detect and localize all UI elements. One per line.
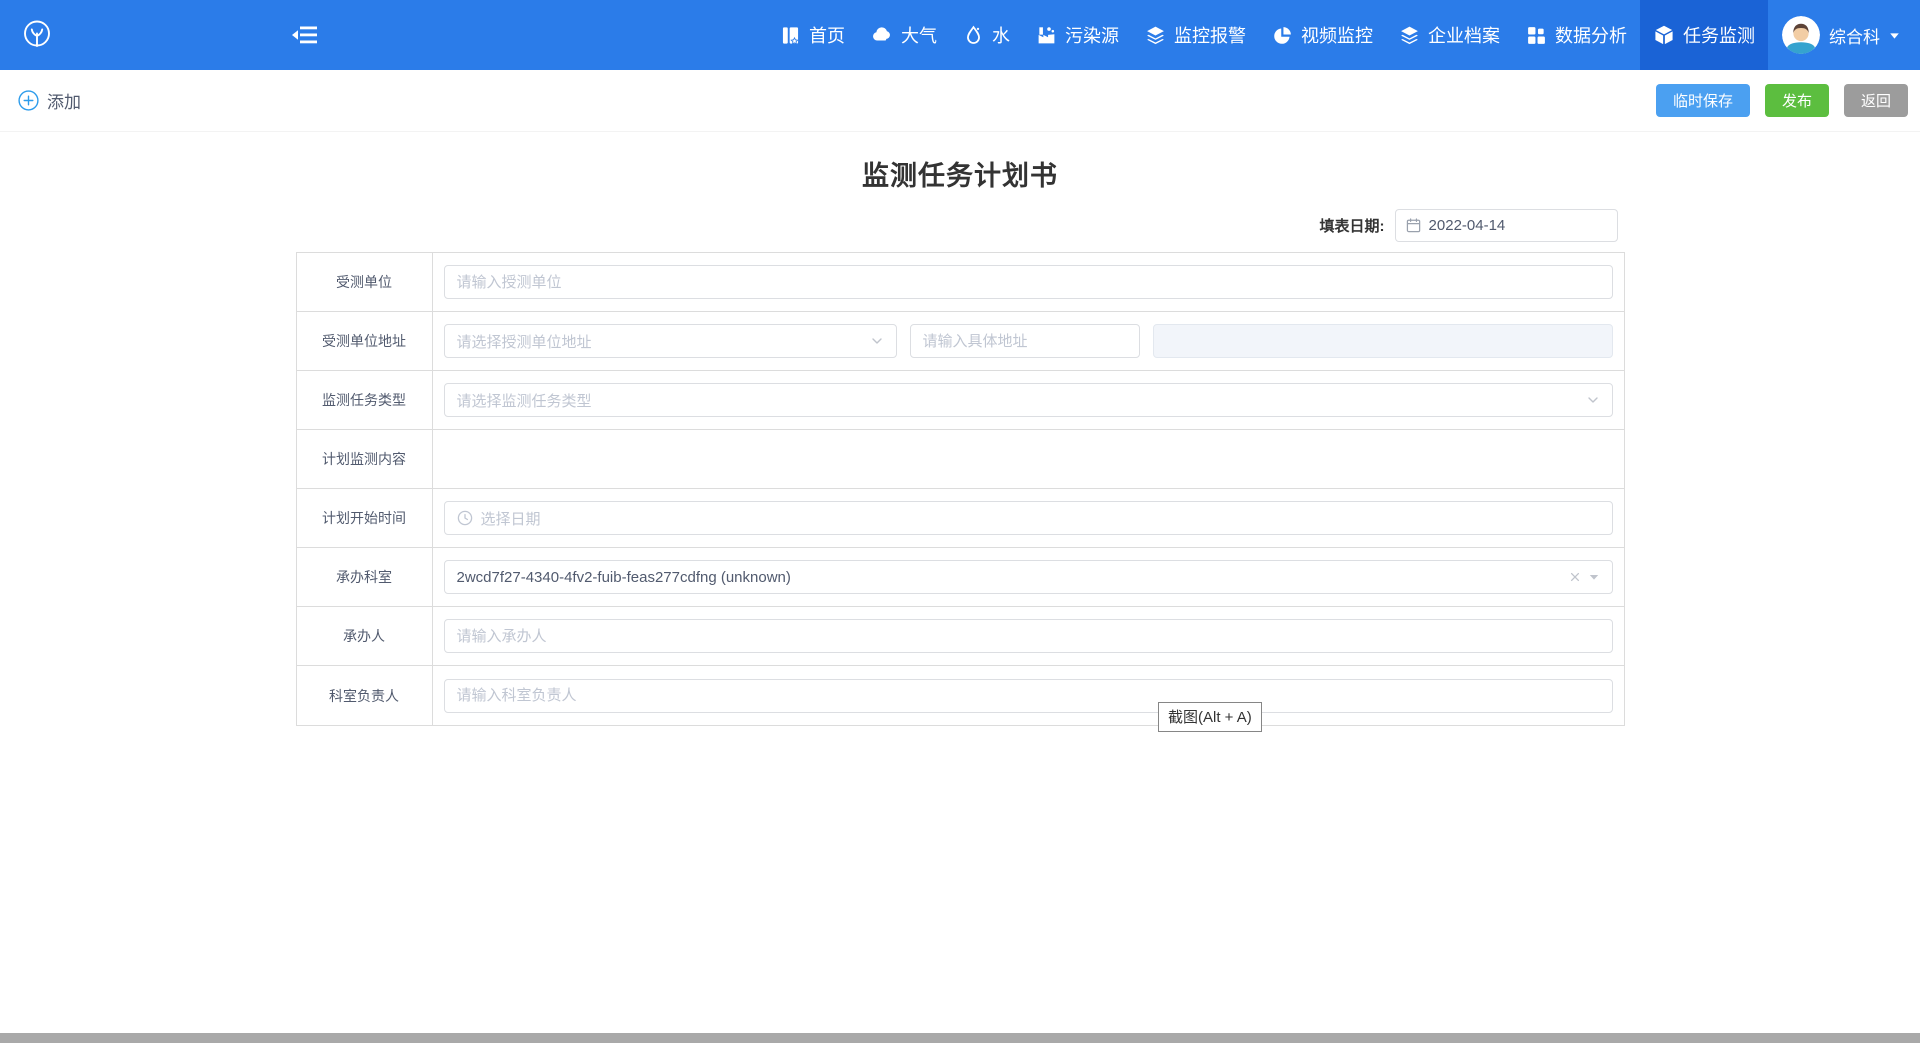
cube-icon xyxy=(1653,24,1675,46)
task-type-select[interactable]: 请选择监测任务类型 xyxy=(444,383,1613,417)
fill-date-value[interactable] xyxy=(1429,217,1607,234)
select-placeholder: 请选择监测任务类型 xyxy=(457,390,592,411)
nav-item-video-monitor[interactable]: 视频监控 xyxy=(1259,0,1386,70)
unit-address-select[interactable]: 请选择授测单位地址 xyxy=(444,324,897,358)
form-row-plan-content: 计划监测内容 xyxy=(297,430,1624,489)
water-drop-icon xyxy=(963,25,984,46)
avatar xyxy=(1782,16,1820,54)
back-button[interactable]: 返回 xyxy=(1844,84,1908,117)
field-label: 监测任务类型 xyxy=(297,371,433,429)
nav-item-enterprise-archive[interactable]: 企业档案 xyxy=(1386,0,1513,70)
select-placeholder: 请选择授测单位地址 xyxy=(457,331,592,352)
nav-item-label: 任务监测 xyxy=(1683,22,1755,48)
temp-save-button[interactable]: 临时保存 xyxy=(1656,84,1750,117)
form-container: 填表日期: 受测单位 受测单位地址 请选择授测单位地址 监 xyxy=(296,209,1625,726)
publish-button[interactable]: 发布 xyxy=(1765,84,1829,117)
form-row-handler: 承办人 xyxy=(297,607,1624,666)
nav-item-monitor-alarm[interactable]: 监控报警 xyxy=(1132,0,1259,70)
nav-item-label: 大气 xyxy=(901,22,937,48)
user-menu[interactable]: 综合科 xyxy=(1768,0,1920,70)
form-row-task-type: 监测任务类型 请选择监测任务类型 xyxy=(297,371,1624,430)
field-label: 受测单位 xyxy=(297,253,433,311)
add-button-label: 添加 xyxy=(47,88,81,113)
caret-down-icon xyxy=(1889,30,1900,41)
clear-icon[interactable] xyxy=(1568,570,1582,584)
manager-input[interactable] xyxy=(444,679,1613,713)
unit-input[interactable] xyxy=(444,265,1613,299)
plus-circle-icon xyxy=(18,90,39,111)
address-disabled-input xyxy=(1153,324,1613,358)
form-row-department: 承办科室 2wcd7f27-4340-4fv2-fuib-feas277cdfn… xyxy=(297,548,1624,607)
field-label: 承办科室 xyxy=(297,548,433,606)
form-row-start-time: 计划开始时间 选择日期 xyxy=(297,489,1624,548)
plan-content-area xyxy=(433,430,1624,488)
menu-fold-icon[interactable] xyxy=(292,24,319,46)
department-select[interactable]: 2wcd7f27-4340-4fv2-fuib-feas277cdfng (un… xyxy=(444,560,1613,594)
handler-input[interactable] xyxy=(444,619,1613,653)
calendar-icon xyxy=(1406,217,1421,234)
user-name: 综合科 xyxy=(1829,23,1880,48)
nav-item-label: 数据分析 xyxy=(1555,22,1627,48)
nav-item-label: 水 xyxy=(992,22,1010,48)
app-logo-icon xyxy=(20,18,54,52)
clock-icon xyxy=(457,510,473,526)
toolbar-actions: 临时保存 发布 返回 xyxy=(1656,84,1908,117)
nav-item-water[interactable]: 水 xyxy=(950,0,1023,70)
add-button[interactable]: 添加 xyxy=(18,88,81,113)
fill-date-input[interactable] xyxy=(1395,209,1618,242)
date-picker-placeholder: 选择日期 xyxy=(481,508,541,529)
nav-item-atmosphere[interactable]: 大气 xyxy=(858,0,950,70)
nav-item-home[interactable]: 首页 xyxy=(767,0,858,70)
fill-date-row: 填表日期: xyxy=(296,209,1618,242)
nav-item-label: 视频监控 xyxy=(1301,22,1373,48)
field-label: 承办人 xyxy=(297,607,433,665)
cloud-icon xyxy=(871,24,893,46)
nav-item-pollution-source[interactable]: 污染源 xyxy=(1023,0,1132,70)
page-title: 监测任务计划书 xyxy=(0,154,1920,193)
grid-icon xyxy=(1526,25,1547,46)
field-label: 计划开始时间 xyxy=(297,489,433,547)
factory-icon xyxy=(1036,25,1057,46)
chevron-down-icon xyxy=(870,334,884,348)
department-value: 2wcd7f27-4340-4fv2-fuib-feas277cdfng (un… xyxy=(457,569,791,586)
detail-address-input[interactable] xyxy=(910,324,1140,358)
caret-down-icon xyxy=(1588,571,1600,583)
home-icon xyxy=(780,25,801,46)
chevron-down-icon xyxy=(1586,393,1600,407)
field-label: 计划监测内容 xyxy=(297,430,433,488)
nav-item-label: 首页 xyxy=(809,22,845,48)
nav-item-label: 监控报警 xyxy=(1174,22,1246,48)
field-label: 受测单位地址 xyxy=(297,312,433,370)
task-plan-form-table: 受测单位 受测单位地址 请选择授测单位地址 监测任务类型 请选择监测任务类型 xyxy=(296,252,1625,726)
layers-icon xyxy=(1145,25,1166,46)
layers-icon xyxy=(1399,25,1420,46)
form-row-manager: 科室负责人 xyxy=(297,666,1624,725)
nav-item-label: 企业档案 xyxy=(1428,22,1500,48)
main-nav-menu: 首页 大气 水 污染源 监控报警 视频监控 企业档案 数据分析 xyxy=(767,0,1920,70)
form-row-unit: 受测单位 xyxy=(297,253,1624,312)
pie-chart-icon xyxy=(1272,25,1293,46)
screenshot-shortcut-tooltip: 截图(Alt + A) xyxy=(1158,702,1262,732)
start-time-picker[interactable]: 选择日期 xyxy=(444,501,1613,535)
page-toolbar: 添加 临时保存 发布 返回 xyxy=(0,70,1920,132)
nav-item-task-monitor[interactable]: 任务监测 xyxy=(1640,0,1768,70)
fill-date-label: 填表日期: xyxy=(1320,215,1385,236)
nav-item-label: 污染源 xyxy=(1065,22,1119,48)
field-label: 科室负责人 xyxy=(297,666,433,725)
top-navbar: 首页 大气 水 污染源 监控报警 视频监控 企业档案 数据分析 xyxy=(0,0,1920,70)
form-row-unit-address: 受测单位地址 请选择授测单位地址 xyxy=(297,312,1624,371)
nav-item-data-analysis[interactable]: 数据分析 xyxy=(1513,0,1640,70)
horizontal-scrollbar[interactable] xyxy=(0,1033,1920,1043)
